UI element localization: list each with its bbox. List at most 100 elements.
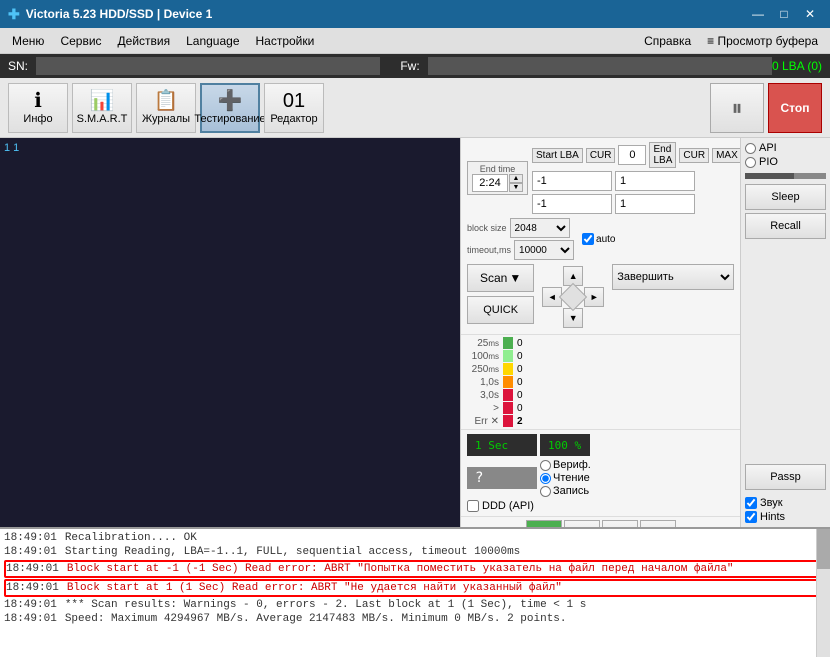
- log-row-1: 18:49:01 Starting Reading, LBA=-1..1, FU…: [4, 545, 826, 559]
- next-button[interactable]: ▶?◀: [602, 520, 638, 527]
- end-lba-input2[interactable]: [615, 194, 695, 214]
- auto-checkbox-row: auto: [582, 233, 615, 245]
- info-icon: ℹ: [34, 91, 42, 111]
- stop-label: Стоп: [781, 101, 810, 115]
- lba-inputs-section: Start LBA CUR End LBA CUR MAX: [532, 142, 742, 214]
- log-msg-3: Block start at 1 (1 Sec) Read error: ABR…: [67, 582, 562, 594]
- app-title: Victoria 5.23 HDD/SSD | Device 1: [26, 7, 213, 21]
- cur-label1: CUR: [586, 148, 616, 163]
- scan-diamond-row: Scan ▼ QUICK ▲ ▼ ◄ ► Завершить: [461, 264, 740, 334]
- buffer-view-button[interactable]: ≡ Просмотр буфера: [699, 32, 826, 50]
- title-bar-left: ✚ Victoria 5.23 HDD/SSD | Device 1: [8, 6, 212, 23]
- start-lba-label: Start LBA: [532, 148, 583, 163]
- menu-item-menu[interactable]: Меню: [4, 32, 52, 50]
- smart-label: S.M.A.R.T: [77, 113, 128, 125]
- write-radio-label: Запись: [540, 485, 591, 497]
- close-button[interactable]: ✕: [798, 4, 822, 24]
- block-size-select[interactable]: 2048 512 1024 4096: [510, 218, 570, 238]
- ddd-api-checkbox[interactable]: [467, 500, 479, 512]
- pio-radio-label: PIO: [745, 156, 826, 168]
- menu-item-help[interactable]: Справка: [636, 32, 699, 50]
- sound-checkbox[interactable]: [745, 497, 757, 509]
- verify-radio-label: Вериф.: [540, 459, 591, 471]
- write-label: Запись: [553, 485, 589, 497]
- scan-label: Scan: [480, 271, 507, 285]
- editor-button[interactable]: 01 Редактор: [264, 83, 324, 133]
- log-scrollbar-thumb[interactable]: [817, 529, 830, 569]
- api-label: API: [759, 142, 777, 154]
- title-bar: ✚ Victoria 5.23 HDD/SSD | Device 1 — □ ✕: [0, 0, 830, 28]
- recall-button[interactable]: Recall: [745, 213, 826, 239]
- diamond-center: [559, 283, 587, 311]
- smart-icon: 📊: [90, 91, 115, 111]
- logs-button[interactable]: 📋 Журналы: [136, 83, 196, 133]
- main-visualization: 1 1: [0, 138, 460, 527]
- timeout-row: timeout,ms 10000 5000 20000: [467, 240, 574, 260]
- log-msg-1: Starting Reading, LBA=-1..1, FULL, seque…: [65, 546, 520, 558]
- log-scrollbar[interactable]: [816, 529, 830, 657]
- end-time-up[interactable]: ▲: [509, 174, 523, 183]
- end-lba-label: End LBA: [649, 142, 676, 168]
- write-radio[interactable]: [540, 486, 551, 497]
- start-lba-input[interactable]: [532, 171, 612, 191]
- minimize-button[interactable]: —: [746, 4, 770, 24]
- log-msg-4: *** Scan results: Warnings - 0, errors -…: [65, 599, 587, 611]
- hints-checkbox[interactable]: [745, 511, 757, 523]
- maximize-button[interactable]: □: [772, 4, 796, 24]
- playback-controls: ▶ ◀◀ ▶?◀ ▶|◀: [461, 516, 740, 527]
- far-right-panel: API PIO Sleep Recall Passp Звук: [740, 138, 830, 527]
- timeout-select[interactable]: 10000 5000 20000: [514, 240, 574, 260]
- play-button[interactable]: ▶: [526, 520, 562, 527]
- smart-button[interactable]: 📊 S.M.A.R.T: [72, 83, 132, 133]
- log-time-4: 18:49:01: [4, 599, 57, 611]
- log-section[interactable]: 18:49:01 Recalibration.... OK 18:49:01 S…: [0, 527, 830, 657]
- percent-display: 100 %: [540, 434, 590, 456]
- log-time-0: 18:49:01: [4, 532, 57, 544]
- passp-button[interactable]: Passp: [745, 464, 826, 490]
- test-label: Тестирование: [194, 113, 265, 125]
- diamond-bottom-button[interactable]: ▼: [563, 308, 583, 328]
- read-radio[interactable]: [540, 473, 551, 484]
- menu-item-language[interactable]: Language: [178, 32, 247, 50]
- menu-item-service[interactable]: Сервис: [52, 32, 109, 50]
- stat-row-gt: > 0: [467, 402, 734, 414]
- stat-bar-gt: [503, 402, 513, 414]
- auto-checkbox[interactable]: [582, 233, 594, 245]
- diamond-right-button[interactable]: ►: [584, 287, 604, 307]
- sleep-button[interactable]: Sleep: [745, 184, 826, 210]
- app-icon: ✚: [8, 6, 20, 23]
- stop-button[interactable]: Стоп: [768, 83, 822, 133]
- end-time-down[interactable]: ▼: [509, 183, 523, 192]
- menu-item-actions[interactable]: Действия: [110, 32, 179, 50]
- complete-select[interactable]: Завершить: [612, 264, 734, 290]
- log-msg-5: Speed: Maximum 4294967 MB/s. Average 214…: [65, 613, 567, 625]
- pause-button[interactable]: ⏸: [710, 83, 764, 133]
- pio-radio[interactable]: [745, 157, 756, 168]
- test-button[interactable]: ➕ Тестирование: [200, 83, 260, 133]
- stats-section: 25ms 0 100ms 0 250ms 0 1,0s 0: [461, 334, 740, 429]
- timeout-label: timeout,ms: [467, 245, 511, 255]
- speed-display: 1 Sec: [467, 434, 537, 456]
- verify-radio[interactable]: [540, 460, 551, 471]
- end-lba-input[interactable]: [615, 171, 695, 191]
- end-time-box: End time ▲ ▼: [467, 161, 528, 195]
- progress-fill: [745, 173, 794, 179]
- log-row-5: 18:49:01 Speed: Maximum 4294967 MB/s. Av…: [4, 612, 826, 626]
- stat-label-250: 250ms: [467, 364, 499, 375]
- cur-value1[interactable]: [618, 145, 646, 165]
- end-button[interactable]: ▶|◀: [640, 520, 676, 527]
- stat-bar-err: [503, 415, 513, 427]
- quick-button[interactable]: QUICK: [467, 296, 534, 324]
- scan-button[interactable]: Scan ▼: [467, 264, 534, 292]
- api-radio[interactable]: [745, 143, 756, 154]
- log-time-3: 18:49:01: [6, 582, 59, 594]
- stat-bar-25: [503, 337, 513, 349]
- end-time-input[interactable]: [472, 174, 508, 192]
- stat-label-gt: >: [467, 403, 499, 414]
- start-lba-input2[interactable]: [532, 194, 612, 214]
- rewind-button[interactable]: ◀◀: [564, 520, 600, 527]
- speed-display-col: 1 Sec 100 % ? Вериф. Чтение: [467, 434, 734, 512]
- info-button[interactable]: ℹ Инфо: [8, 83, 68, 133]
- mode-radios: Вериф. Чтение Запись: [540, 459, 591, 497]
- menu-item-settings[interactable]: Настройки: [248, 32, 323, 50]
